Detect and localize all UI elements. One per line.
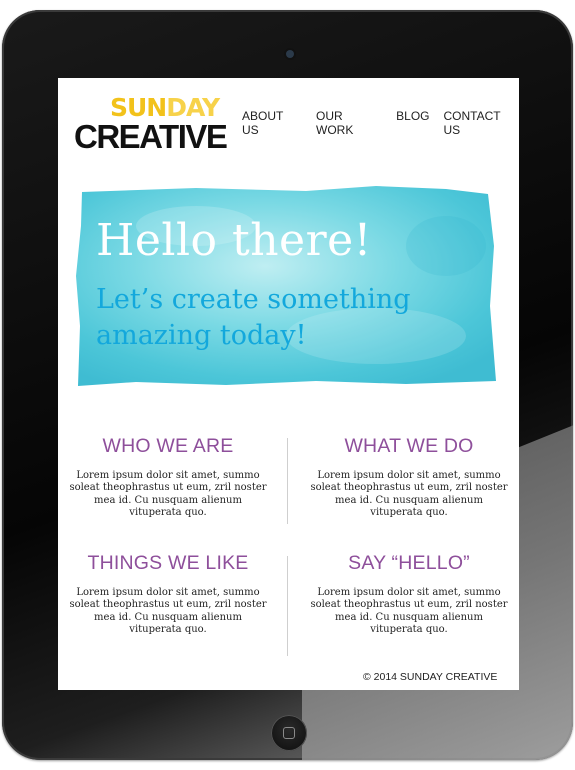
section-body: Lorem ipsum dolor sit amet, summo soleat…: [310, 587, 508, 636]
hero-title: Hello there!: [96, 215, 372, 266]
section-body: Lorem ipsum dolor sit amet, summo soleat…: [69, 587, 267, 636]
section-say-hello: SAY “HELLO” Lorem ipsum dolor sit amet, …: [309, 551, 509, 637]
section-title: WHO WE ARE: [102, 435, 234, 457]
section-what-we-do: WHAT WE DO Lorem ipsum dolor sit amet, s…: [309, 434, 509, 520]
section-title: WHAT WE DO: [344, 435, 474, 457]
footer-copyright: © 2014 SUNDAY CREATIVE: [363, 671, 498, 683]
section-body: Lorem ipsum dolor sit amet, summo soleat…: [69, 470, 267, 519]
nav-blog[interactable]: BLOG: [396, 109, 429, 137]
hero-banner: Hello there! Let’s create something amaz…: [76, 186, 496, 386]
sunday-creative-logo[interactable]: SUNDAY CREATIVE: [74, 94, 228, 155]
logo-creative-text: CREATIVE: [74, 118, 228, 155]
camera-icon: [286, 50, 294, 58]
column-divider-bottom: [287, 556, 288, 656]
home-square-icon: [283, 727, 295, 739]
nav-about-us[interactable]: ABOUT US: [242, 109, 302, 137]
nav-contact-us[interactable]: CONTACT US: [444, 109, 520, 137]
hero-subtitle: Let’s create something amazing today!: [96, 284, 411, 351]
column-divider-top: [287, 438, 288, 524]
section-things-we-like: THINGS WE LIKE Lorem ipsum dolor sit ame…: [68, 551, 268, 637]
tablet-screen: SUNDAY CREATIVE ABOUT US OUR WORK BLOG C…: [58, 78, 519, 690]
main-nav: ABOUT US OUR WORK BLOG CONTACT US: [242, 109, 519, 137]
nav-our-work[interactable]: OUR WORK: [316, 109, 382, 137]
section-title: SAY “HELLO”: [348, 552, 470, 574]
home-button[interactable]: [271, 715, 307, 751]
section-who-we-are: WHO WE ARE Lorem ipsum dolor sit amet, s…: [68, 434, 268, 520]
section-body: Lorem ipsum dolor sit amet, summo soleat…: [310, 470, 508, 519]
section-title: THINGS WE LIKE: [87, 552, 249, 574]
